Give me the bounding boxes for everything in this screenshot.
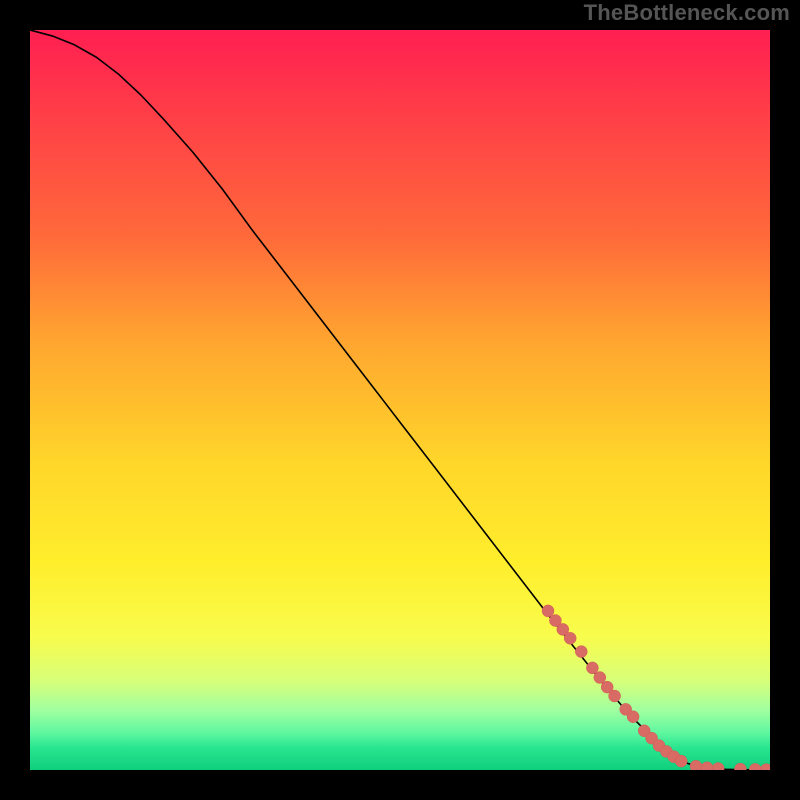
curve-line [30, 30, 770, 770]
marker-dot [575, 646, 587, 658]
marker-dot [586, 662, 598, 674]
marker-dot [609, 690, 621, 702]
marker-group [542, 605, 770, 770]
marker-dot [712, 763, 724, 770]
marker-dot [675, 755, 687, 767]
marker-dot [734, 763, 746, 770]
marker-dot [749, 763, 761, 770]
chart-frame: TheBottleneck.com [0, 0, 800, 800]
marker-dot [542, 605, 554, 617]
chart-svg [30, 30, 770, 770]
marker-dot [564, 632, 576, 644]
plot-area [30, 30, 770, 770]
marker-dot [690, 760, 702, 770]
marker-dot [627, 711, 639, 723]
marker-dot [760, 764, 770, 770]
marker-dot [594, 672, 606, 684]
marker-dot [701, 762, 713, 770]
watermark-text: TheBottleneck.com [584, 0, 790, 26]
